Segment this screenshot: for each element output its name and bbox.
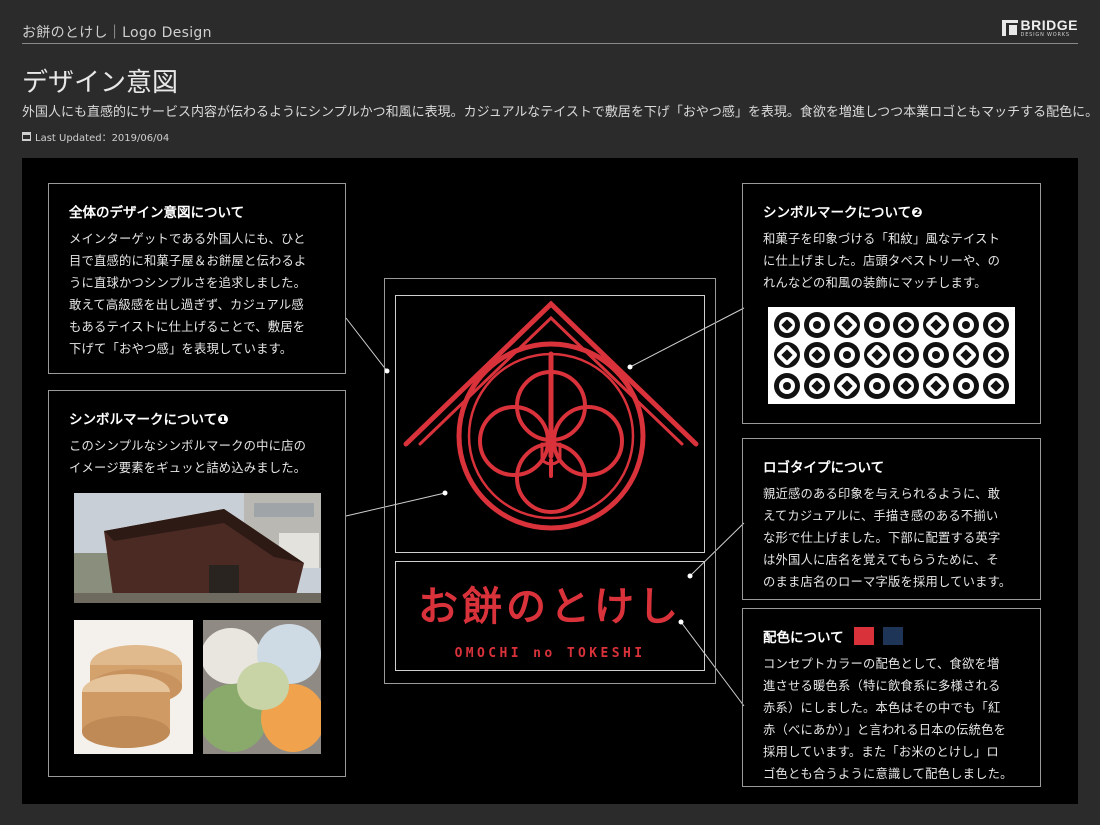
crest-icon (802, 310, 832, 340)
intro-text: 外国人にも直感的にサービス内容が伝わるようにシンプルかつ和風に表現。カジュアルな… (22, 105, 1099, 120)
symbol-mark-2-title: シンボルマークについて❷ (763, 205, 923, 221)
symbol-mark-1-title: シンボルマークについて❶ (69, 412, 229, 428)
brand-name: BRIDGE (1020, 17, 1078, 33)
crest-icon (862, 310, 892, 340)
crest-icon (921, 340, 951, 370)
crest-icon (772, 371, 802, 401)
crest-icon (862, 371, 892, 401)
symbol-mark-1-text: このシンプルなシンボルマークの中に店の イメージ要素をギュッと詰め込みました。 (69, 439, 307, 475)
color-scheme-box: 配色について コンセプトカラーの配色として、食欲を増 進させる暖色系（特に飲食系… (742, 608, 1041, 787)
brand-logo[interactable]: BRIDGE DESIGN WORKS (1001, 17, 1078, 38)
crest-icon (772, 310, 802, 340)
crest-icon (802, 371, 832, 401)
crest-icon (832, 310, 862, 340)
crest-icon (951, 340, 981, 370)
logotype-title: ロゴタイプについて (763, 460, 885, 476)
calendar-icon (22, 132, 31, 141)
swatch-navy (883, 627, 904, 645)
crest-icon (921, 310, 951, 340)
overall-design-box: 全体のデザイン意図について メインターゲットである外国人にも、ひと 目で直感的に… (48, 183, 346, 374)
last-updated: Last Updated：2019/06/04 (22, 129, 169, 144)
swatch-red (854, 627, 875, 645)
bridge-logo-icon (1001, 20, 1019, 37)
crest-icon (772, 340, 802, 370)
brand-subtitle: DESIGN WORKS (1020, 32, 1070, 38)
logo-frame: お餅のとけし OMOCHI no TOKESHI (384, 278, 716, 684)
color-scheme-text: コンセプトカラーの配色として、食欲を増 進させる暖色系（特に飲食系に多様される … (763, 657, 1013, 781)
last-updated-text: Last Updated：2019/06/04 (35, 133, 170, 144)
symbol-mark-2-text: 和菓子を印象づける「和紋」風なテイスト に仕上げました。店頭タペストリーや、の … (763, 232, 1001, 290)
logotype: お餅のとけし OMOCHI no TOKESHI (395, 561, 705, 671)
logotype-english: OMOCHI no TOKESHI (454, 646, 646, 661)
crest-icon (862, 340, 892, 370)
family-crest-grid (768, 307, 1015, 404)
logotype-text: 親近感のある印象を与えられるように、敢 えてカジュアルに、手描き感のある不揃い … (763, 487, 1012, 589)
wooden-box-photo (74, 620, 193, 754)
overall-design-title: 全体のデザイン意図について (69, 205, 245, 221)
page-title: デザイン意図 (22, 68, 179, 98)
symbol-mark-graphic (403, 300, 699, 531)
mochi-photo (203, 620, 321, 754)
overall-design-text: メインターゲットである外国人にも、ひと 目で直感的に和菓子屋＆お餅屋と伝わるよ … (69, 232, 307, 356)
crest-icon (802, 340, 832, 370)
crest-icon (892, 371, 922, 401)
crest-icon (981, 340, 1011, 370)
logotype-box: ロゴタイプについて 親近感のある印象を与えられるように、敢 えてカジュアルに、手… (742, 438, 1041, 600)
crest-icon (951, 310, 981, 340)
design-panel: 全体のデザイン意図について メインターゲットである外国人にも、ひと 目で直感的に… (22, 158, 1078, 804)
logotype-japanese: お餅のとけし (418, 584, 682, 630)
crest-icon (981, 310, 1011, 340)
crest-icon (892, 340, 922, 370)
crest-icon (832, 371, 862, 401)
top-bar: お餅のとけし｜Logo Design BRIDGE DESIGN WORKS (22, 17, 1078, 44)
crest-icon (832, 340, 862, 370)
crest-icon (921, 371, 951, 401)
crest-icon (951, 371, 981, 401)
connector-overall (345, 317, 388, 372)
symbol-mark (395, 295, 705, 553)
breadcrumb: お餅のとけし｜Logo Design (22, 25, 212, 41)
shop-photo (74, 493, 321, 603)
crest-icon (892, 310, 922, 340)
crest-icon (981, 371, 1011, 401)
color-scheme-title: 配色について (763, 627, 1020, 649)
